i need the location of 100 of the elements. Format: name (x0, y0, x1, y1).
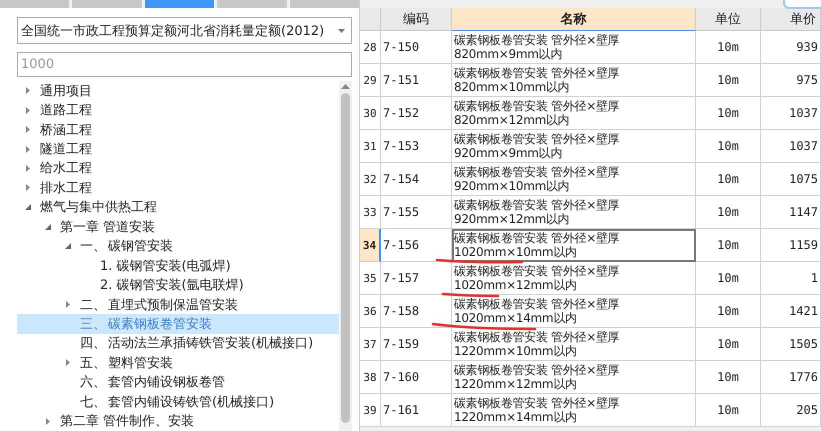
item-label: 第二章 管件制作、安装 (60, 413, 194, 430)
column-header[interactable]: 编码 (381, 8, 452, 31)
tree-item[interactable]: 燃气与集中供热工程 (17, 198, 339, 218)
annotation-stroke (442, 292, 500, 298)
expand-arrow-icon[interactable] (45, 416, 51, 426)
tree-item[interactable]: 二、直埋式预制保温管安装 (17, 294, 339, 314)
expand-arrow-icon[interactable] (25, 86, 31, 96)
item-number: 三、 (80, 316, 107, 333)
row-number: 29 (360, 64, 381, 97)
item-label: 碳钢管安装 (108, 238, 173, 256)
row-number: 39 (360, 394, 381, 427)
table-cell: 7-158 (381, 295, 452, 328)
table-cell: 7-161 (381, 394, 452, 427)
tree-item[interactable]: 隧道工程 (17, 139, 339, 159)
row-number: 31 (360, 130, 381, 163)
table-cell: 7-156 (381, 229, 452, 262)
table-cell: 10m (696, 163, 761, 196)
table-cell: 10m (696, 130, 761, 163)
table-cell: 7-155 (381, 196, 452, 229)
item-label: 通用项目 (40, 82, 92, 100)
table-cell: 1037 (761, 97, 821, 130)
item-label: 1. 碳钢管安装(电弧焊) (100, 258, 231, 275)
table-cell: 碳素钢板卷管安装 管外径×壁厚 1020mm×10mm以内 (452, 229, 696, 262)
tree-item[interactable]: 七、套管内铺设铸铁管(机械接口) (17, 392, 339, 412)
row-number: 30 (360, 97, 381, 130)
row-number: 32 (360, 163, 381, 196)
item-number: 六、 (80, 374, 107, 392)
item-label: 排水工程 (40, 180, 92, 197)
expand-arrow-icon[interactable] (65, 300, 71, 310)
table-cell: 7-159 (381, 328, 452, 361)
table-cell: 7-152 (381, 97, 452, 130)
table-cell: 碳素钢板卷管安装 管外径×壁厚 820mm×9mm以内 (452, 31, 696, 64)
item-label: 套管内铺设铸铁管(机械接口) (108, 394, 274, 411)
table-cell: 碳素钢板卷管安装 管外径×壁厚 820mm×10mm以内 (452, 64, 696, 97)
table-cell: 碳素钢板卷管安装 管外径×壁厚 920mm×10mm以内 (452, 163, 696, 196)
item-number: 五、 (80, 354, 107, 372)
tree-item[interactable]: 通用项目 (17, 81, 339, 100)
item-label: 桥涵工程 (40, 122, 92, 139)
table-cell: 10m (696, 361, 761, 394)
expand-arrow-icon[interactable] (65, 358, 71, 368)
table-cell: 7-160 (381, 361, 452, 394)
item-number: 二、 (80, 296, 107, 314)
table-cell: 1776 (761, 361, 821, 394)
tree-item[interactable]: 第一章 管道安装 (17, 217, 339, 236)
collapse-arrow-icon[interactable] (24, 203, 32, 212)
tree-item[interactable]: 排水工程 (17, 178, 339, 198)
tree-item[interactable]: 1. 碳钢管安装(电弧焊) (17, 256, 339, 276)
collapse-arrow-icon[interactable] (44, 222, 52, 231)
table-cell: 碳素钢板卷管安装 管外径×壁厚 1220mm×14mm以内 (452, 394, 696, 427)
tree-item[interactable]: 桥涵工程 (17, 120, 339, 140)
column-header[interactable]: 单位 (696, 8, 761, 31)
tree-item[interactable]: 一、碳钢管安装 (17, 236, 339, 256)
scrollbar[interactable] (339, 81, 352, 431)
table-cell: 1421 (761, 295, 821, 328)
item-label: 燃气与集中供热工程 (40, 199, 157, 216)
table-cell: 7-157 (381, 262, 452, 295)
library-dropdown[interactable]: 全国统一市政工程预算定额河北省消耗量定额(2012) (17, 17, 352, 44)
item-number: 七、 (80, 394, 107, 411)
tree-item[interactable]: 2. 碳钢管安装(氩电联焊) (17, 275, 339, 295)
tree-item[interactable]: 五、塑料管安装 (17, 353, 339, 373)
expand-arrow-icon[interactable] (25, 183, 31, 192)
table-cell: 碳素钢板卷管安装 管外径×壁厚 820mm×12mm以内 (452, 97, 696, 130)
row-number: 36 (360, 295, 381, 328)
table-cell: 碳素钢板卷管安装 管外径×壁厚 1020mm×14mm以内 (452, 295, 696, 328)
table-cell: 1505 (761, 328, 821, 361)
table-cell: 1037 (761, 130, 821, 163)
row-number: 33 (360, 196, 381, 229)
table-cell: 碳素钢板卷管安装 管外径×壁厚 920mm×12mm以内 (452, 196, 696, 229)
item-number: 四、 (80, 335, 107, 352)
tree-item[interactable]: 道路工程 (17, 100, 339, 120)
table-cell: 10m (696, 64, 761, 97)
table-cell: 7-150 (381, 31, 452, 64)
table-cell: 1 (761, 262, 821, 295)
row-number: 38 (360, 361, 381, 394)
table-cell: 10m (696, 31, 761, 64)
table-cell: 10m (696, 97, 761, 130)
table-cell: 7-153 (381, 130, 452, 163)
item-number: 一、 (80, 238, 107, 256)
table-cell: 10m (696, 196, 761, 229)
column-header[interactable]: 单价 (761, 8, 821, 31)
scroll-up-icon[interactable] (341, 84, 350, 89)
expand-arrow-icon[interactable] (25, 125, 31, 134)
item-label: 隧道工程 (40, 141, 92, 158)
search-field[interactable]: 1000 (17, 52, 352, 77)
expand-arrow-icon[interactable] (25, 106, 31, 115)
tree-item[interactable]: 第二章 管件制作、安装 (17, 411, 339, 431)
table-cell: 碳素钢板卷管安装 管外径×壁厚 1220mm×12mm以内 (452, 361, 696, 394)
row-number: 37 (360, 328, 381, 361)
row-number: 34 (360, 229, 381, 262)
tree-item[interactable]: 六、套管内铺设钢板卷管 (17, 372, 339, 392)
table-cell: 1147 (761, 196, 821, 229)
tree-item[interactable]: 给水工程 (17, 158, 339, 178)
table-cell: 939 (761, 31, 821, 64)
column-header[interactable]: 名称 (452, 8, 696, 31)
item-label: 第一章 管道安装 (60, 218, 156, 236)
popup-panel (783, 0, 821, 9)
table-cell: 7-151 (381, 64, 452, 97)
collapse-arrow-icon[interactable] (64, 242, 72, 250)
table-cell: 碳素钢板卷管安装 管外径×壁厚 1220mm×10mm以内 (452, 328, 696, 361)
tree-item[interactable]: 四、活动法兰承插铸铁管安装(机械接口) (17, 334, 339, 354)
